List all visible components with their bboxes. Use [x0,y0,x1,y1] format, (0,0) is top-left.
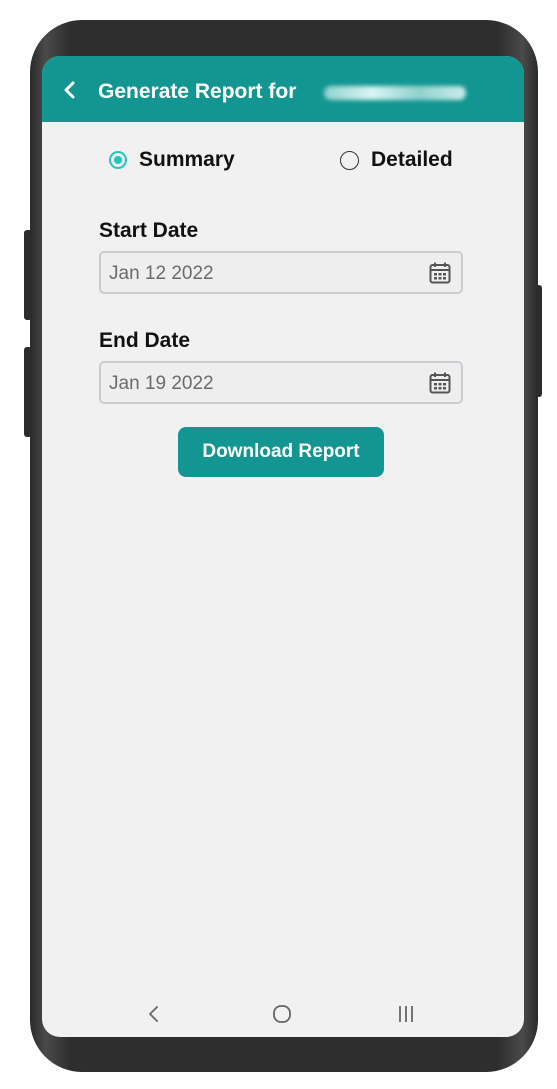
radio-detailed[interactable]: Detailed [340,148,453,172]
calendar-icon[interactable] [428,371,452,395]
app-bar: Generate Report for [42,56,524,122]
volume-down-button [24,347,32,437]
end-date-label: End Date [99,329,191,352]
start-date-field[interactable]: Jan 12 2022 [99,251,463,294]
start-date-label: Start Date [99,219,199,242]
end-date-value: Jan 19 2022 [109,373,214,394]
calendar-icon[interactable] [428,261,452,285]
home-nav-icon[interactable] [270,1002,294,1026]
recents-nav-icon[interactable] [394,1002,418,1026]
volume-up-button [24,230,32,320]
chevron-left-icon[interactable] [62,80,78,100]
end-date-field[interactable]: Jan 19 2022 [99,361,463,404]
start-date-value: Jan 12 2022 [109,263,214,284]
radio-summary-label: Summary [139,148,235,171]
radio-summary[interactable]: Summary [109,148,235,172]
system-nav-bar [42,996,524,1032]
radio-unchecked-icon [340,150,359,170]
app-screen: Generate Report for Summary Detailed Sta… [42,56,524,1037]
report-type-radio-group: Summary Detailed [42,146,524,182]
redacted-entity-name [324,86,466,100]
radio-checked-icon [109,151,127,169]
page-title: Generate Report for [98,80,297,103]
radio-detailed-label: Detailed [371,148,453,171]
back-nav-icon[interactable] [142,1002,166,1026]
download-report-button[interactable]: Download Report [178,427,384,477]
power-button [536,285,542,397]
